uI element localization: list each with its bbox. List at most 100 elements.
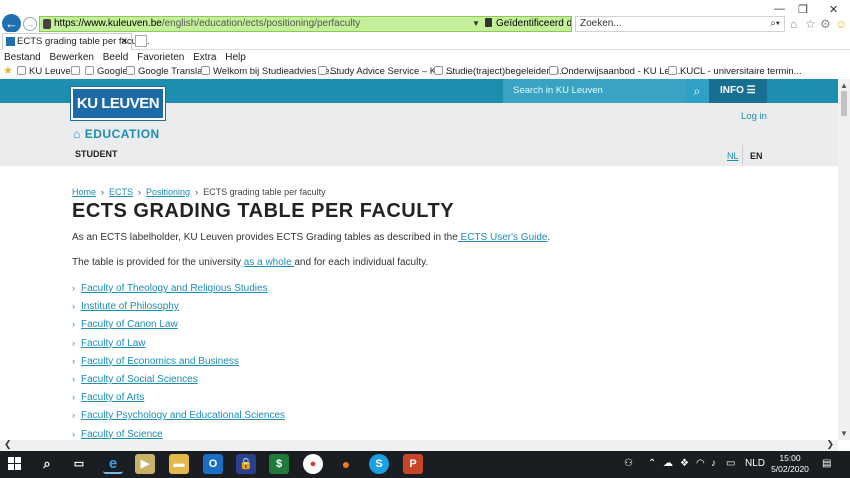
site-favicon-icon xyxy=(668,66,677,75)
tab-strip: ECTS grading table per facult... ✕ xyxy=(0,32,850,50)
faculty-link[interactable]: Faculty of Law xyxy=(81,338,145,349)
list-item: › Institute of Philosophy xyxy=(72,300,285,318)
list-item: › Faculty of Science xyxy=(72,428,285,441)
faculty-link[interactable]: Faculty of Social Sciences xyxy=(81,374,198,385)
lock-app-icon[interactable]: 🔒 xyxy=(236,454,256,474)
dropbox-icon[interactable]: ❖ xyxy=(680,458,689,469)
favorite-link[interactable]: Studie(traject)begeleiders i... xyxy=(434,65,567,78)
favorite-link[interactable]: Welkom bij Studieadvies Le... xyxy=(201,65,337,78)
url-path: /english/education/ects/positioning/perf… xyxy=(161,18,361,29)
menu-item-edit[interactable]: Bewerken xyxy=(49,52,93,63)
info-menu-button[interactable]: INFO ☰ xyxy=(709,79,767,103)
chevron-up-icon[interactable]: ⌃ xyxy=(648,458,656,469)
volume-icon[interactable]: ♪ xyxy=(711,458,716,469)
menu-item-help[interactable]: Help xyxy=(225,52,246,63)
add-favorite-star-icon[interactable]: ★ xyxy=(3,65,13,78)
favorite-link[interactable]: Google xyxy=(85,65,128,78)
university-as-whole-link[interactable]: as a whole xyxy=(244,257,295,268)
scroll-down-icon[interactable]: ▼ xyxy=(840,429,848,438)
faculty-link[interactable]: Faculty of Canon Law xyxy=(81,319,178,330)
notifications-icon[interactable]: ▤ xyxy=(822,458,831,469)
favorites-star-icon[interactable]: ☆ xyxy=(805,17,816,31)
language-nl-link[interactable]: NL xyxy=(727,151,739,161)
faculty-link[interactable]: Institute of Philosophy xyxy=(81,301,179,312)
horizontal-scrollbar[interactable]: ❮ ❯ xyxy=(0,439,838,451)
site-search-input[interactable]: Search in KU Leuven xyxy=(503,79,685,103)
list-item: › Faculty Psychology and Educational Scie… xyxy=(72,409,285,427)
chrome-icon[interactable]: ● xyxy=(303,454,323,474)
restore-icon[interactable]: ❐ xyxy=(798,3,808,16)
menu-item-favorites[interactable]: Favorieten xyxy=(137,52,184,63)
task-view-icon[interactable]: ▭ xyxy=(69,454,89,474)
site-favicon-icon xyxy=(6,37,15,46)
smiley-feedback-icon[interactable]: ☺ xyxy=(835,17,847,31)
faculty-link[interactable]: Faculty of Science xyxy=(81,429,163,440)
close-icon[interactable]: ✕ xyxy=(829,3,838,16)
lock-icon[interactable] xyxy=(485,18,492,27)
address-bar[interactable]: https://www.kuleuven.be/english/educatio… xyxy=(39,16,572,32)
file-explorer-icon[interactable]: ▬ xyxy=(169,454,189,474)
scroll-thumb[interactable] xyxy=(841,91,847,116)
section-link[interactable]: ⌂ EDUCATION xyxy=(73,127,160,141)
windows-start-icon[interactable] xyxy=(8,457,22,471)
menu-item-view[interactable]: Beeld xyxy=(103,52,129,63)
tab-active[interactable]: ECTS grading table per facult... ✕ xyxy=(2,33,150,50)
dollar-app-icon[interactable]: $ xyxy=(269,454,289,474)
chevron-right-icon: › xyxy=(72,337,75,348)
breadcrumb-positioning[interactable]: Positioning xyxy=(146,187,190,197)
faculty-link[interactable]: Faculty of Economics and Business xyxy=(81,356,239,367)
ku-leuven-logo[interactable]: KU LEUVEN xyxy=(70,86,166,121)
skype-icon[interactable]: S xyxy=(369,454,389,474)
scroll-right-icon[interactable]: ❯ xyxy=(826,439,834,450)
breadcrumb-ects[interactable]: ECTS xyxy=(109,187,133,197)
list-item: › Faculty of Theology and Religious Studi… xyxy=(72,282,285,300)
faculty-link[interactable]: Faculty Psychology and Educational Scien… xyxy=(81,410,285,421)
faculty-link[interactable]: Faculty of Theology and Religious Studie… xyxy=(81,283,268,294)
faculty-list: › Faculty of Theology and Religious Studi… xyxy=(72,282,285,440)
search-icon[interactable]: ⌕▾ xyxy=(770,17,780,31)
clock[interactable]: 15:00 5/02/2020 xyxy=(770,453,810,475)
media-player-icon[interactable]: ▶ xyxy=(135,454,155,474)
forward-arrow-icon[interactable]: → xyxy=(23,17,37,31)
favorite-link[interactable]: KUCL - universitaire termin... xyxy=(668,65,802,78)
browser-search-placeholder: Zoeken... xyxy=(580,18,622,29)
battery-icon[interactable]: ▭ xyxy=(726,458,735,469)
breadcrumb-home[interactable]: Home xyxy=(72,187,96,197)
login-link[interactable]: Log in xyxy=(741,111,767,122)
scroll-up-icon[interactable]: ▲ xyxy=(840,81,848,90)
people-icon[interactable]: ⚇ xyxy=(624,458,633,469)
audience-tab-student[interactable]: STUDENT xyxy=(75,149,118,159)
ects-users-guide-link[interactable]: ECTS User's Guide xyxy=(458,232,548,243)
language-indicator[interactable]: NLD xyxy=(745,458,765,469)
scroll-left-icon[interactable]: ❮ xyxy=(4,439,12,450)
powerpoint-icon[interactable]: P xyxy=(403,454,423,474)
settings-gear-icon[interactable]: ⚙ xyxy=(820,17,831,31)
home-icon[interactable]: ⌂ xyxy=(790,17,797,31)
start-tile xyxy=(15,457,21,463)
favorite-link[interactable]: Onderwijsaanbod - KU Leu... xyxy=(549,65,683,78)
firefox-icon[interactable]: ● xyxy=(336,454,356,474)
breadcrumb-current: ECTS grading table per faculty xyxy=(203,187,326,197)
outlook-icon[interactable]: O xyxy=(203,454,223,474)
wifi-icon[interactable]: ◠ xyxy=(696,458,705,469)
search-icon[interactable]: ⌕ xyxy=(37,454,57,474)
search-icon[interactable]: ⌕ xyxy=(685,79,709,103)
vertical-scrollbar[interactable]: ▲ ▼ xyxy=(838,79,850,440)
tab-close-icon[interactable]: ✕ xyxy=(120,34,128,49)
menu-item-file[interactable]: Bestand xyxy=(4,52,41,63)
favorite-link[interactable] xyxy=(71,65,83,78)
faculty-link[interactable]: Faculty of Arts xyxy=(81,392,144,403)
minimize-icon[interactable]: — xyxy=(774,3,785,15)
favorite-link[interactable]: Google Translate xyxy=(126,65,210,78)
new-tab-button[interactable] xyxy=(135,35,147,47)
favorite-label: Google xyxy=(97,66,128,77)
internet-explorer-icon[interactable]: e xyxy=(103,454,123,474)
certificate-label[interactable]: Geïdentificeerd door DigiCert xyxy=(496,17,571,31)
windows-taskbar: ⌕ ▭ e ▶ ▬ O 🔒 $ ● ● S P ⚇ ⌃ ☁ ❖ ◠ ♪ ▭ NL… xyxy=(0,451,850,478)
favorite-link[interactable]: KU Leuven xyxy=(17,65,76,78)
back-arrow-icon[interactable]: ← xyxy=(2,14,21,33)
onedrive-icon[interactable]: ☁ xyxy=(663,458,673,469)
chevron-down-icon[interactable]: ▼ xyxy=(472,17,480,31)
browser-search-input[interactable]: Zoeken... ⌕▾ xyxy=(575,16,785,32)
menu-item-tools[interactable]: Extra xyxy=(193,52,216,63)
